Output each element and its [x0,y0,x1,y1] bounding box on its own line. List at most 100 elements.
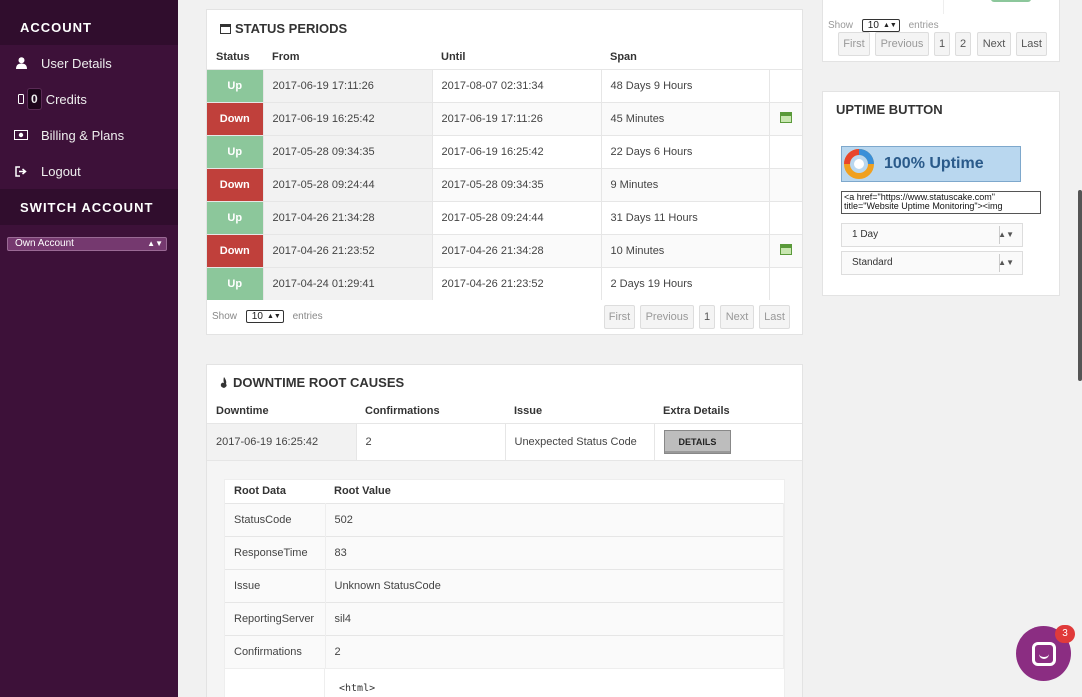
uptime-badge[interactable]: 100% Uptime [841,146,1021,182]
select-arrows-icon: ▲▼ [266,313,281,320]
col-extra-details[interactable]: Extra Details [654,400,802,423]
status-badge: Up [207,266,264,300]
pager-page-2[interactable]: 2 [955,32,971,56]
extra-cell [769,266,802,300]
sidebar-item-label: Logout [41,163,81,179]
status-periods-panel: STATUS PERIODS Status From Until Span Up… [206,9,803,335]
calendar-icon[interactable] [779,111,792,123]
extra-details-cell: DETAILS [654,422,802,460]
switch-account-heading: SWITCH ACCOUNT [0,189,178,225]
table-row: ResponseTime 83 [225,535,784,569]
from-cell: 2017-06-19 16:25:42 [263,101,433,135]
entries-label: entries [908,20,939,32]
embed-code-textarea[interactable]: <a href="https://www.statuscake.com" tit… [841,191,1041,214]
pager-first[interactable]: First [604,305,635,329]
sidebar-item-billing[interactable]: Billing & Plans [0,117,178,153]
table-row: StatusCode 502 [225,502,784,536]
span-cell: 10 Minutes [601,233,770,267]
span-cell: 22 Days 6 Hours [601,134,770,168]
statuscake-logo-icon [844,149,874,179]
panel-divider [943,0,944,14]
style-select[interactable]: Standard ▲▼ [841,251,1023,275]
root-data-table: Root Data Root Value StatusCode 502 Respon… [225,480,784,668]
logout-icon [14,164,28,178]
pager-last[interactable]: Last [759,305,790,329]
col-from[interactable]: From [263,46,432,69]
extra-cell [769,134,802,168]
table-row: 2017-06-19 16:25:42 2 Unexpected Status … [207,422,802,460]
account-select[interactable]: Own Account ▲▼ [7,237,167,251]
pager-first[interactable]: First [838,32,870,56]
table-row: ReportingServer sil4 [225,601,784,635]
downtime-table: Downtime Confirmations Issue Extra Detai… [207,400,802,460]
sidebar-item-user-details[interactable]: User Details [0,45,178,81]
pager-next[interactable]: Next [977,32,1011,56]
pager-last[interactable]: Last [1016,32,1047,56]
col-until[interactable]: Until [432,46,601,69]
chat-icon [1031,641,1056,666]
root-key-cell: ReportingServer [225,601,326,635]
col-span[interactable]: Span [601,46,769,69]
tests-panel-fragment: Show 10 ▲▼ entries First Previous 1 2 Nex… [822,0,1060,62]
credits-badge: 0 [27,88,42,110]
pager-previous[interactable]: Previous [640,305,694,329]
col-downtime[interactable]: Downtime [207,400,356,423]
top-show-entries: Show 10 ▲▼ entries [828,19,939,32]
table-row: Down 2017-04-26 21:23:52 2017-04-26 21:34:… [207,233,802,267]
table-row: Confirmations 2 [225,634,784,668]
span-cell: 31 Days 11 Hours [601,200,770,234]
account-select-value: Own Account [15,238,74,249]
account-heading: ACCOUNT [0,0,178,45]
status-periods-title: STATUS PERIODS [235,20,348,36]
page-scrollbar[interactable] [1078,190,1082,381]
status-badge: Up [207,134,264,168]
sidebar-item-logout[interactable]: Logout [0,153,178,189]
extra-cell [769,200,802,234]
entries-select[interactable]: 10 ▲▼ [245,310,284,323]
calendar-icon[interactable] [779,243,792,255]
span-cell: 9 Minutes [601,167,770,201]
select-arrows-icon: ▲▼ [998,230,1014,239]
until-cell: 2017-06-19 16:25:42 [432,134,602,168]
col-root-data: Root Data [234,485,286,498]
sidebar-item-label: Credits [45,91,87,107]
sidebar-item-credits[interactable]: 0 Credits [0,81,178,117]
col-status[interactable]: Status [207,46,263,69]
root-key-cell: StatusCode [225,502,326,536]
from-cell: 2017-04-26 21:23:52 [263,233,433,267]
col-issue[interactable]: Issue [505,400,654,423]
col-root-value: Root Value [334,485,391,498]
from-cell: 2017-04-24 01:29:41 [263,266,433,300]
period-select[interactable]: 1 Day ▲▼ [841,223,1023,247]
col-confirmations[interactable]: Confirmations [356,400,505,423]
entries-select-value: 10 [867,20,879,31]
root-value-cell: 502 [325,502,784,536]
extra-cell [769,68,802,102]
pager-previous[interactable]: Previous [875,32,929,56]
details-button[interactable]: DETAILS [663,429,732,454]
uptime-button-panel: UPTIME BUTTON 100% Uptime <a href="https… [822,91,1060,296]
from-cell: 2017-06-19 17:11:26 [263,68,433,102]
entries-select[interactable]: 10 ▲▼ [861,19,900,32]
until-cell: 2017-06-19 17:11:26 [432,101,602,135]
green-button-fragment[interactable] [991,0,1031,2]
calendar-icon [220,23,231,34]
status-badge: Down [207,167,264,201]
status-periods-table: Status From Until Span Up 2017-06-19 17:1… [207,46,802,300]
html-snippet-key [225,669,325,697]
table-row: Issue Unknown StatusCode [225,568,784,602]
fire-icon [220,377,228,388]
root-data-container: Root Data Root Value StatusCode 502 Respon… [207,460,802,697]
pager-next[interactable]: Next [720,305,754,329]
from-cell: 2017-04-26 21:34:28 [263,200,433,234]
until-cell: 2017-05-28 09:34:35 [432,167,602,201]
status-periods-pager: Show 10 ▲▼ entries First Previous 1 Next … [207,300,802,337]
pager-page-1[interactable]: 1 [699,305,715,329]
downtime-root-causes-panel: DOWNTIME ROOT CAUSES Downtime Confirmati… [206,364,803,697]
entries-select-value: 10 [251,311,263,322]
span-cell: 48 Days 9 Hours [601,68,770,102]
downtime-title: DOWNTIME ROOT CAUSES [233,375,405,390]
pager-page-1[interactable]: 1 [934,32,950,56]
extra-cell [769,101,802,135]
status-badge: Up [207,68,264,102]
